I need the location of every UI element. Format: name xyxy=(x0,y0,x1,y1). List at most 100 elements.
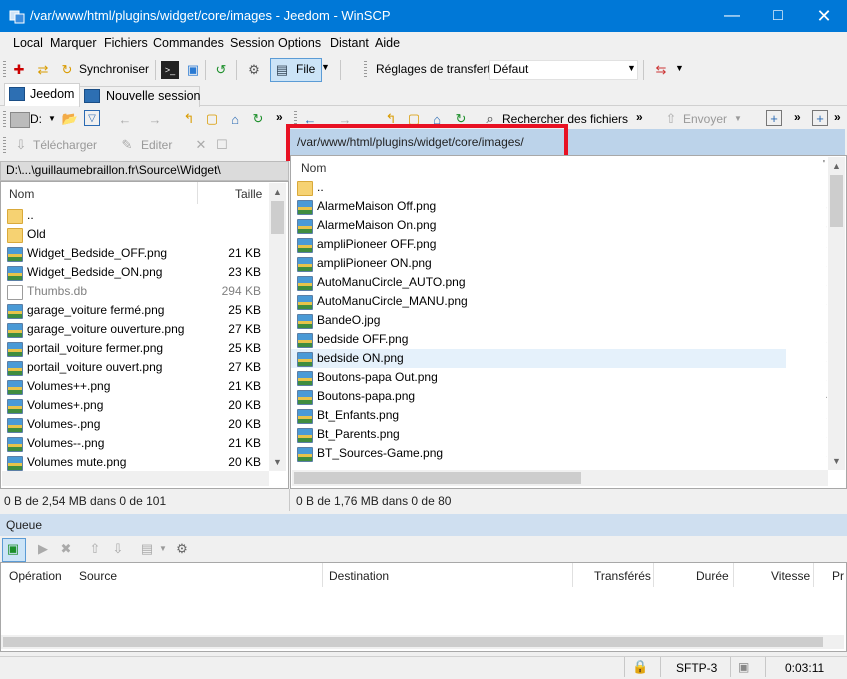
synchronize-icon[interactable]: ↻ xyxy=(58,61,76,79)
remote-file-list[interactable]: Nom ' ..AlarmeMaison Off.png3AlarmeMaiso… xyxy=(290,155,847,489)
toolbar-grip[interactable] xyxy=(3,61,6,79)
parent-directory-icon[interactable]: ↰ xyxy=(180,110,198,128)
column-divider[interactable] xyxy=(197,182,198,204)
minimize-button[interactable]: — xyxy=(709,0,755,32)
file-row[interactable]: Thumbs.db 294 KB xyxy=(1,282,267,301)
file-row[interactable]: Volumes+.png 20 KB xyxy=(1,396,267,415)
refresh-queue-icon[interactable]: ↺ xyxy=(212,61,230,79)
file-row[interactable]: Widget_Bedside_ON.png 23 KB xyxy=(1,263,267,282)
file-row[interactable]: .. xyxy=(1,206,267,225)
menu-local[interactable]: Local xyxy=(13,36,43,50)
queue-col-source[interactable]: Source xyxy=(79,569,117,583)
close-button[interactable]: ✕ xyxy=(801,0,847,32)
file-row[interactable]: AutoManuCircle_MANU.png 2 xyxy=(291,292,827,311)
home-icon[interactable]: ⌂ xyxy=(226,110,244,128)
toolbar-grip[interactable] xyxy=(3,111,6,129)
file-row[interactable]: AlarmeMaison Off.png 3 xyxy=(291,197,827,216)
cancel-icon[interactable]: ✖ xyxy=(57,540,75,558)
chevron-down-icon[interactable]: ▼ xyxy=(159,544,167,553)
preferences-gear-icon[interactable]: ⚙ xyxy=(173,540,191,558)
new-item-icon[interactable]: + xyxy=(766,110,782,126)
menu-fichiers[interactable]: Fichiers xyxy=(104,36,148,50)
play-icon[interactable]: ▶ xyxy=(34,540,52,558)
queue-col-duration[interactable]: Durée xyxy=(696,569,729,583)
synchronize-button[interactable]: Synchroniser xyxy=(79,62,149,76)
local-vertical-scrollbar[interactable]: ▲ ▼ xyxy=(269,183,286,471)
file-row[interactable]: ampliPioneer ON.png 2 xyxy=(291,254,827,273)
local-horizontal-scrollbar[interactable] xyxy=(2,471,269,486)
forward-arrow-icon[interactable]: → xyxy=(146,110,164,128)
menu-commandes[interactable]: Commandes xyxy=(153,36,224,50)
file-row[interactable]: Boutons-papa.png 4 xyxy=(291,387,827,406)
remote-col-size-partial[interactable]: ' xyxy=(823,159,825,170)
remote-col-name[interactable]: Nom xyxy=(301,161,326,175)
maximize-button[interactable]: □ xyxy=(755,0,801,32)
file-row[interactable]: BT_Sources-Game.png 2 xyxy=(291,444,827,463)
file-row[interactable]: BandeO.jpg 1 xyxy=(291,311,827,330)
putty-icon[interactable]: ▣ xyxy=(184,61,202,79)
local-col-name[interactable]: Nom xyxy=(9,187,34,201)
new-item-icon[interactable]: + xyxy=(812,110,828,126)
file-row[interactable]: Volumes-.png 20 KB xyxy=(1,415,267,434)
local-file-list[interactable]: Nom Taille .. Old Widget_Bedside_OFF.png 21… xyxy=(0,181,289,489)
toolbar-grip[interactable] xyxy=(364,61,367,79)
menu-marquer[interactable]: Marquer xyxy=(50,36,97,50)
file-row[interactable]: ampliPioneer OFF.png 2 xyxy=(291,235,827,254)
toolbar-overflow-icon[interactable]: » xyxy=(276,110,283,124)
scroll-down-icon[interactable]: ▼ xyxy=(832,456,841,466)
file-row[interactable]: AutoManuCircle_AUTO.png 2 xyxy=(291,273,827,292)
scroll-up-icon[interactable]: ▲ xyxy=(273,187,282,197)
file-row[interactable]: portail_voiture ouvert.png 27 KB xyxy=(1,358,267,377)
file-row[interactable]: Widget_Bedside_OFF.png 21 KB xyxy=(1,244,267,263)
chevron-down-icon[interactable]: ▼ xyxy=(734,114,742,123)
queue-col-transferred[interactable]: Transférés xyxy=(594,569,651,583)
file-row[interactable]: Volumes mute.png 20 KB xyxy=(1,453,267,472)
compare-directories-icon[interactable]: ✚ xyxy=(10,61,28,79)
column-divider[interactable] xyxy=(653,563,654,587)
column-divider[interactable] xyxy=(322,563,323,587)
upload-button[interactable]: Envoyer xyxy=(683,112,727,126)
file-row[interactable]: Volumes--.png 21 KB xyxy=(1,434,267,453)
column-divider[interactable] xyxy=(733,563,734,587)
file-row[interactable]: portail_voiture fermer.png 25 KB xyxy=(1,339,267,358)
queue-col-operation[interactable]: Opération xyxy=(9,569,62,583)
file-row[interactable]: bedside ON.png 2 xyxy=(291,349,827,368)
toolbar-overflow-icon[interactable]: » xyxy=(636,110,643,124)
console-icon[interactable]: >_ xyxy=(161,61,179,79)
file-row[interactable]: Old xyxy=(1,225,267,244)
queue-col-destination[interactable]: Destination xyxy=(329,569,389,583)
properties-icon[interactable]: ☐ xyxy=(213,136,231,154)
queue-col-speed[interactable]: Vitesse xyxy=(771,569,810,583)
local-drive-select[interactable]: D: xyxy=(30,112,42,126)
move-up-icon[interactable]: ⇧ xyxy=(86,540,104,558)
toolbar-overflow-icon[interactable]: » xyxy=(794,110,801,124)
file-row[interactable]: garage_voiture fermé.png 25 KB xyxy=(1,301,267,320)
queue-horizontal-scrollbar[interactable] xyxy=(1,635,844,649)
queue-col-progress[interactable]: Pr xyxy=(832,569,844,583)
chevron-down-icon[interactable]: ▼ xyxy=(48,114,56,123)
refresh-icon[interactable]: ↻ xyxy=(249,110,267,128)
download-button[interactable]: Télécharger xyxy=(33,138,97,152)
scrollbar-thumb[interactable] xyxy=(3,637,823,647)
menu-options[interactable]: Options xyxy=(278,36,321,50)
filter-icon[interactable]: ▽ xyxy=(84,110,100,126)
remote-horizontal-scrollbar[interactable] xyxy=(292,470,828,486)
file-row[interactable]: AlarmeMaison On.png 3 xyxy=(291,216,827,235)
file-row[interactable]: bedside OFF.png 2 xyxy=(291,330,827,349)
file-row[interactable]: Bt_Parents.png 2 xyxy=(291,425,827,444)
file-row[interactable]: .. xyxy=(291,178,786,197)
column-divider[interactable] xyxy=(572,563,573,587)
file-row[interactable]: Bt_Enfants.png 2 xyxy=(291,406,827,425)
edit-button[interactable]: Editer xyxy=(141,138,172,152)
toolbar-overflow-icon[interactable]: » xyxy=(834,110,841,124)
synchronize-browsing-icon[interactable]: ⇄ xyxy=(34,61,52,79)
back-arrow-icon[interactable]: ← xyxy=(116,110,134,128)
move-down-icon[interactable]: ⇩ xyxy=(109,540,127,558)
scroll-down-icon[interactable]: ▼ xyxy=(273,457,282,467)
preferences-gear-icon[interactable]: ⚙ xyxy=(245,61,263,79)
menu-distant[interactable]: Distant xyxy=(330,36,369,50)
file-row[interactable]: Volumes++.png 21 KB xyxy=(1,377,267,396)
scrollbar-thumb[interactable] xyxy=(294,472,581,484)
scroll-up-icon[interactable]: ▲ xyxy=(832,161,841,171)
menu-aide[interactable]: Aide xyxy=(375,36,400,50)
